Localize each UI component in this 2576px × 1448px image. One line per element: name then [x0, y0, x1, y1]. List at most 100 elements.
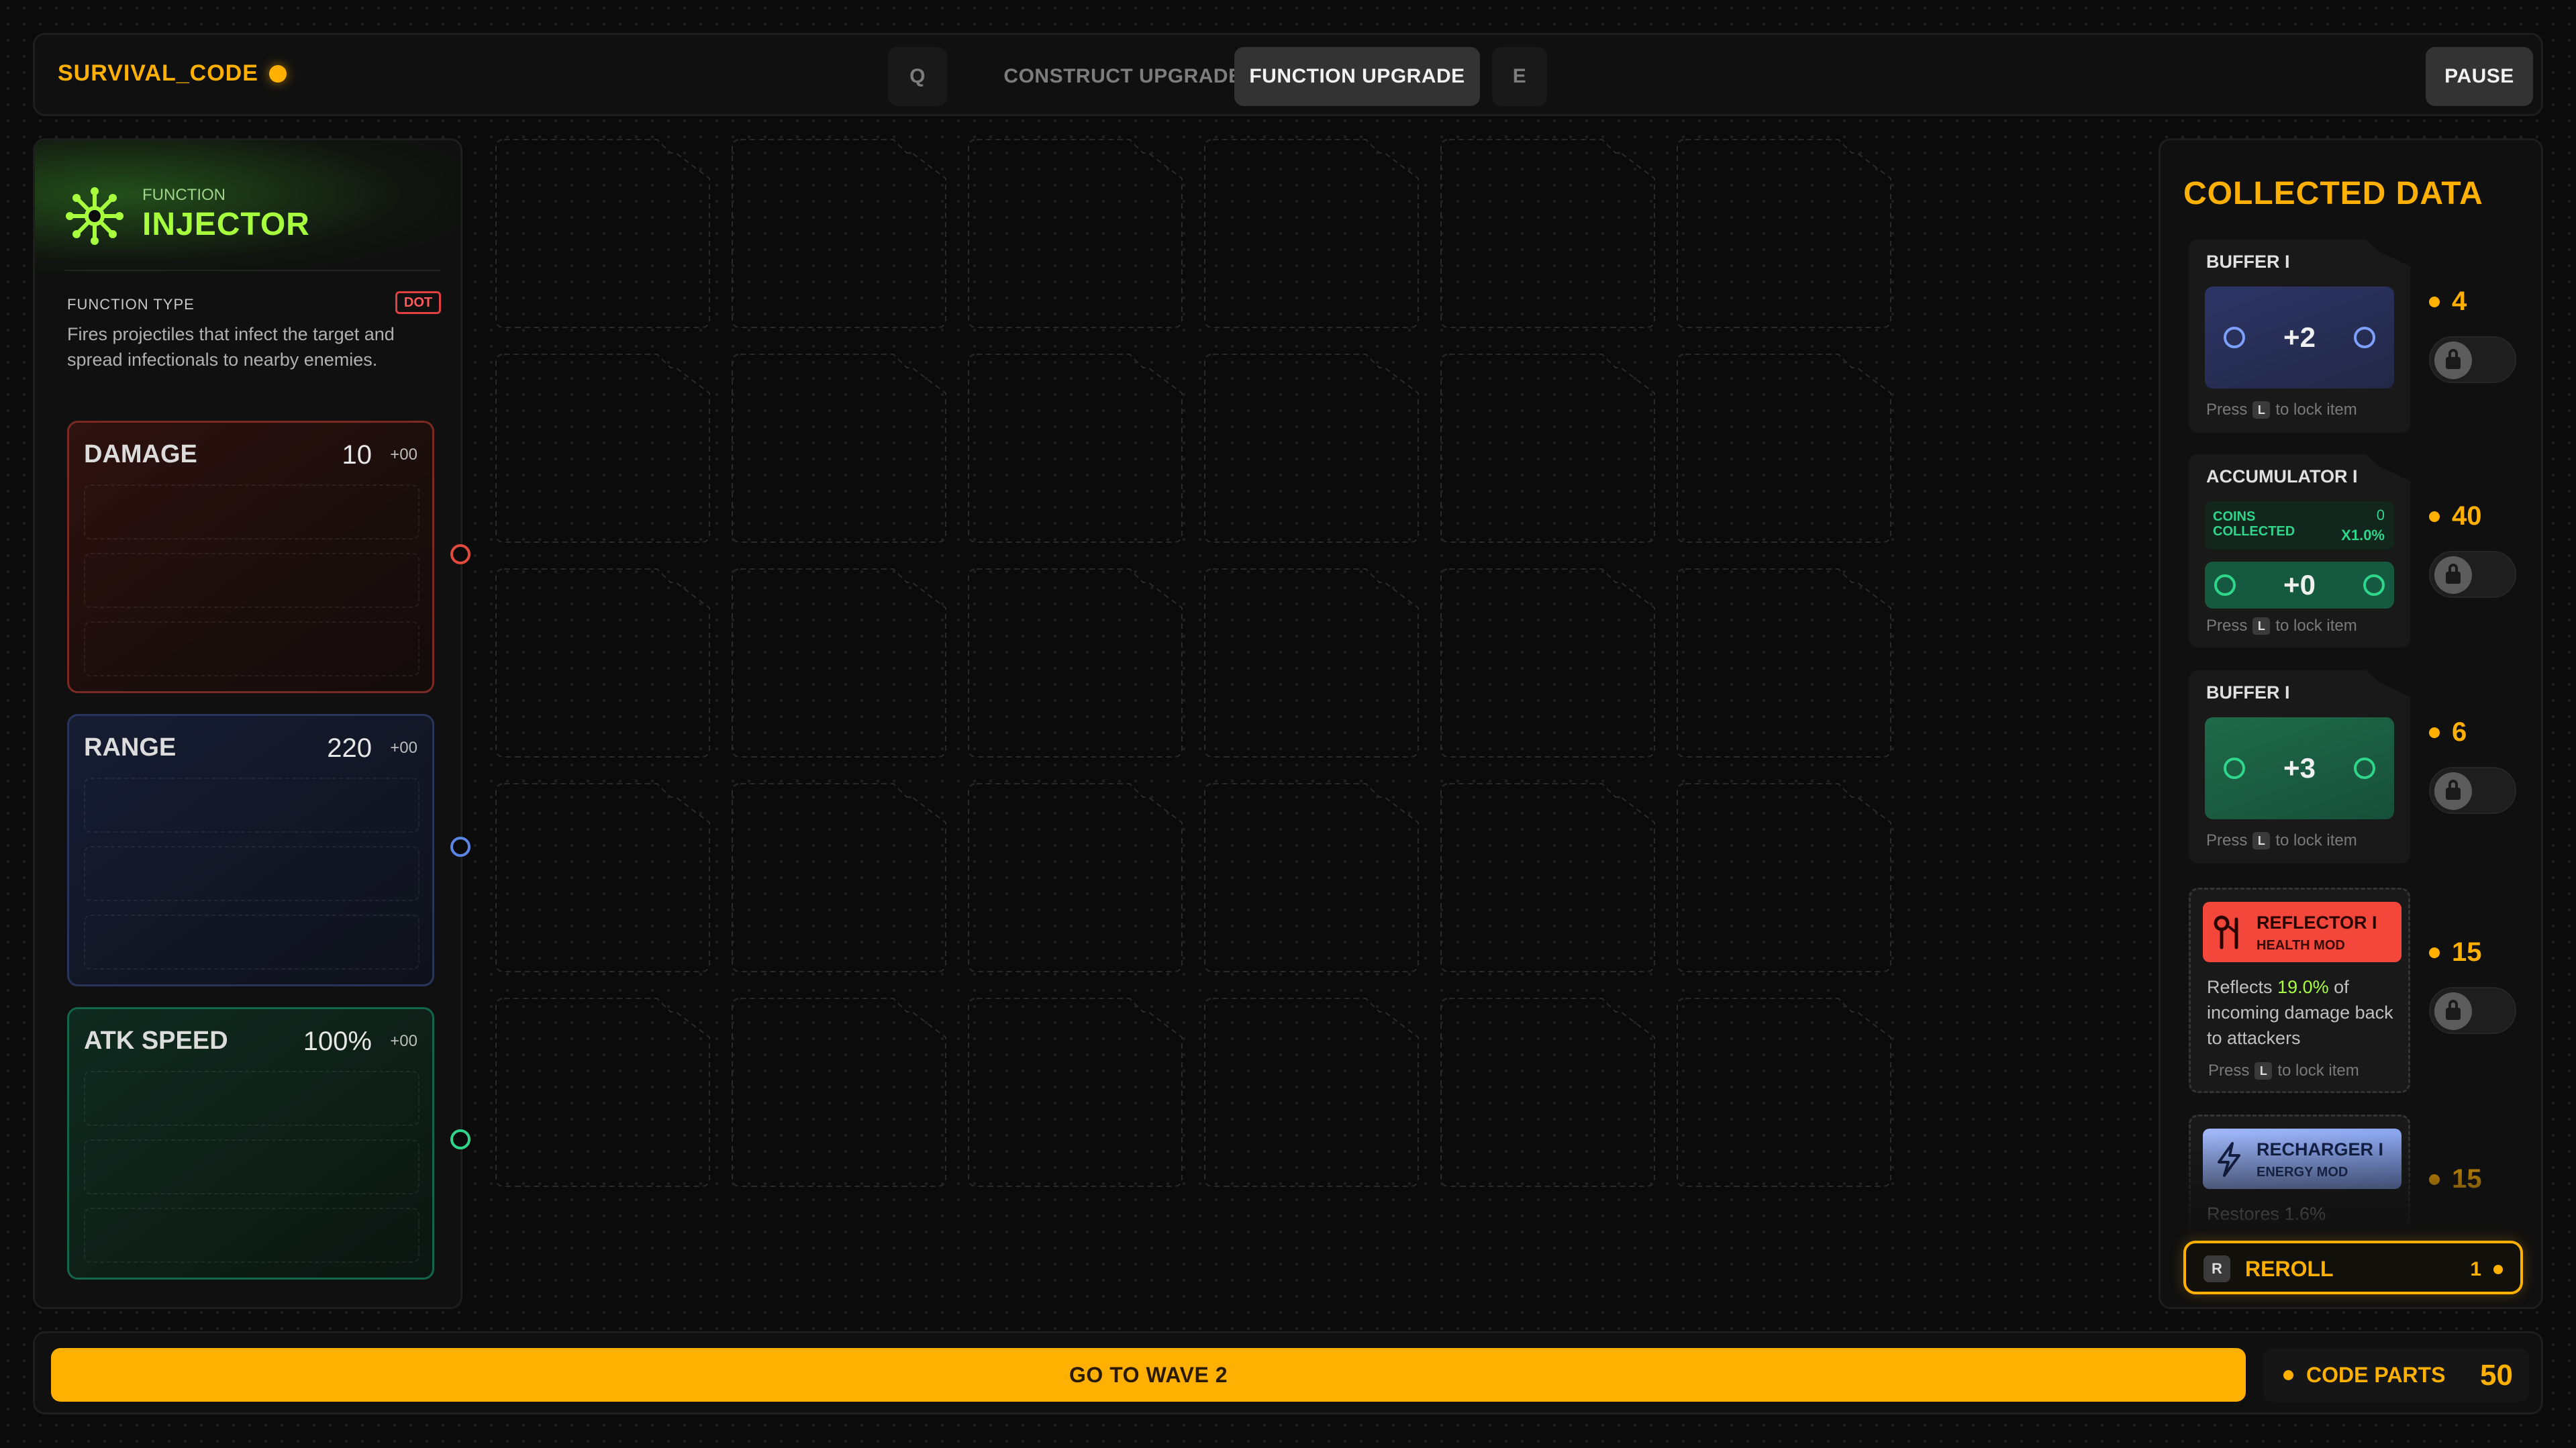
function-name: INJECTOR [142, 207, 310, 242]
reroll-cost: 1 [2470, 1258, 2481, 1280]
stat-card-atk-speed: ATK SPEED 100% +00 [67, 1007, 434, 1280]
function-type-label: FUNCTION TYPE [67, 296, 195, 313]
reroll-button[interactable]: R REROLL 1 [2183, 1241, 2523, 1294]
grid-slot[interactable] [495, 782, 711, 973]
grid-slot[interactable] [1203, 782, 1420, 973]
stat-name: ATK SPEED [84, 1027, 228, 1055]
grid-slot[interactable] [967, 353, 1183, 544]
reroll-label: REROLL [2245, 1257, 2334, 1281]
code-parts-counter: CODE PARTS 50 [2263, 1348, 2529, 1402]
grid-slot[interactable] [731, 568, 947, 758]
key-r-icon: R [2203, 1255, 2230, 1282]
buffer-block: +3 [2205, 717, 2394, 819]
reflector-header: REFLECTOR I HEALTH MOD [2203, 902, 2401, 962]
lock-hint: Press L to lock item [2208, 1062, 2359, 1080]
accumulator-value: +0 [2283, 569, 2316, 601]
grid-slot[interactable] [1676, 353, 1892, 544]
lock-hint: Press L to lock item [2206, 401, 2357, 419]
prev-tab-key[interactable]: Q [888, 47, 947, 106]
item-price: 6 [2429, 717, 2467, 747]
stat-value: 220 [327, 733, 372, 763]
reflector-icon [2214, 915, 2238, 949]
coin-icon [2429, 511, 2440, 522]
output-port-icon [2353, 758, 2375, 779]
upgrade-slot[interactable] [84, 1208, 419, 1263]
upgrade-slot[interactable] [84, 1139, 419, 1194]
top-bar: SURVIVAL_CODE Q CONSTRUCT UPGRADE FUNCTI… [33, 33, 2543, 116]
coin-icon [2429, 296, 2440, 307]
pause-button[interactable]: PAUSE [2426, 47, 2533, 106]
tab-function-upgrade[interactable]: FUNCTION UPGRADE [1234, 47, 1480, 106]
grid-slot[interactable] [731, 353, 947, 544]
grid-slot[interactable] [1440, 353, 1656, 544]
grid-slot[interactable] [1203, 997, 1420, 1188]
stat-bonus: +00 [390, 446, 417, 464]
stat-card-range: RANGE 220 +00 [67, 714, 434, 986]
grid-slot[interactable] [495, 353, 711, 544]
bottom-bar: GO TO WAVE 2 CODE PARTS 50 [33, 1331, 2543, 1414]
grid-slot[interactable] [1203, 138, 1420, 329]
grid-slot[interactable] [967, 782, 1183, 973]
item-card-buffer[interactable]: BUFFER I +2 Press L to lock item [2189, 240, 2410, 433]
grid-slot[interactable] [967, 997, 1183, 1188]
lock-icon [2434, 772, 2472, 810]
output-port-icon [2353, 327, 2375, 348]
recharger-header: RECHARGER I ENERGY MOD [2203, 1129, 2401, 1189]
input-port-icon [2224, 758, 2245, 779]
asterisk-virus-icon [66, 187, 123, 245]
grid-slot[interactable] [1676, 997, 1892, 1188]
damage-connector[interactable] [450, 544, 470, 564]
mod-subtitle: ENERGY MOD [2257, 1165, 2348, 1180]
upgrade-slot[interactable] [84, 553, 419, 608]
upgrade-slot[interactable] [84, 484, 419, 539]
coins-counter: COINS COLLECTED 0 X1.0% [2205, 501, 2394, 550]
upgrade-slot[interactable] [84, 778, 419, 833]
lock-toggle[interactable] [2429, 551, 2516, 598]
lock-toggle[interactable] [2429, 987, 2516, 1034]
grid-slot[interactable] [1676, 568, 1892, 758]
collected-items-list[interactable]: BUFFER I +2 Press L to lock item 4 ACCUM… [2181, 240, 2530, 1307]
item-price: 15 [2429, 937, 2482, 968]
grid-slot[interactable] [1440, 782, 1656, 973]
grid-slot[interactable] [967, 568, 1183, 758]
coin-icon [2493, 1265, 2503, 1274]
atk-speed-connector[interactable] [450, 1129, 470, 1149]
grid-slot[interactable] [731, 138, 947, 329]
grid-slot[interactable] [495, 997, 711, 1188]
grid-slot[interactable] [495, 568, 711, 758]
stat-card-damage: DAMAGE 10 +00 [67, 421, 434, 693]
lock-toggle[interactable] [2429, 767, 2516, 814]
stat-bonus: +00 [390, 1032, 417, 1050]
item-price: 40 [2429, 501, 2482, 531]
next-tab-key[interactable]: E [1492, 47, 1547, 106]
coin-icon [2283, 1370, 2293, 1380]
grid-slot[interactable] [1676, 782, 1892, 973]
grid-slot[interactable] [967, 138, 1183, 329]
upgrade-slot[interactable] [84, 621, 419, 676]
coins-value: 0 [2376, 507, 2385, 523]
function-panel: FUNCTION INJECTOR FUNCTION TYPE DOT Fire… [33, 138, 462, 1309]
grid-slot[interactable] [731, 782, 947, 973]
grid-slot[interactable] [495, 138, 711, 329]
grid-slot[interactable] [1676, 138, 1892, 329]
lock-toggle[interactable] [2429, 336, 2516, 383]
item-card-buffer[interactable]: BUFFER I +3 Press L to lock item [2189, 670, 2410, 864]
item-card-reflector[interactable]: REFLECTOR I HEALTH MOD Reflects 19.0% of… [2189, 888, 2410, 1093]
grid-slot[interactable] [1203, 353, 1420, 544]
upgrade-slot[interactable] [84, 1071, 419, 1126]
grid-slot[interactable] [1440, 568, 1656, 758]
item-title: BUFFER I [2206, 252, 2290, 272]
grid-slot[interactable] [1203, 568, 1420, 758]
upgrade-slot[interactable] [84, 846, 419, 901]
go-to-wave-button[interactable]: GO TO WAVE 2 [51, 1348, 2246, 1402]
key-l-icon: L [2252, 617, 2271, 635]
grid-slot[interactable] [731, 997, 947, 1188]
upgrade-slot[interactable] [84, 915, 419, 970]
mod-description: Reflects 19.0% of incoming damage back t… [2207, 977, 2393, 1048]
item-card-accumulator[interactable]: ACCUMULATOR I COINS COLLECTED 0 X1.0% +0… [2189, 454, 2410, 648]
range-connector[interactable] [450, 837, 470, 857]
grid-slot[interactable] [1440, 138, 1656, 329]
grid-slot[interactable] [1440, 997, 1656, 1188]
buffer-value: +2 [2283, 321, 2316, 353]
item-price: 4 [2429, 287, 2467, 317]
